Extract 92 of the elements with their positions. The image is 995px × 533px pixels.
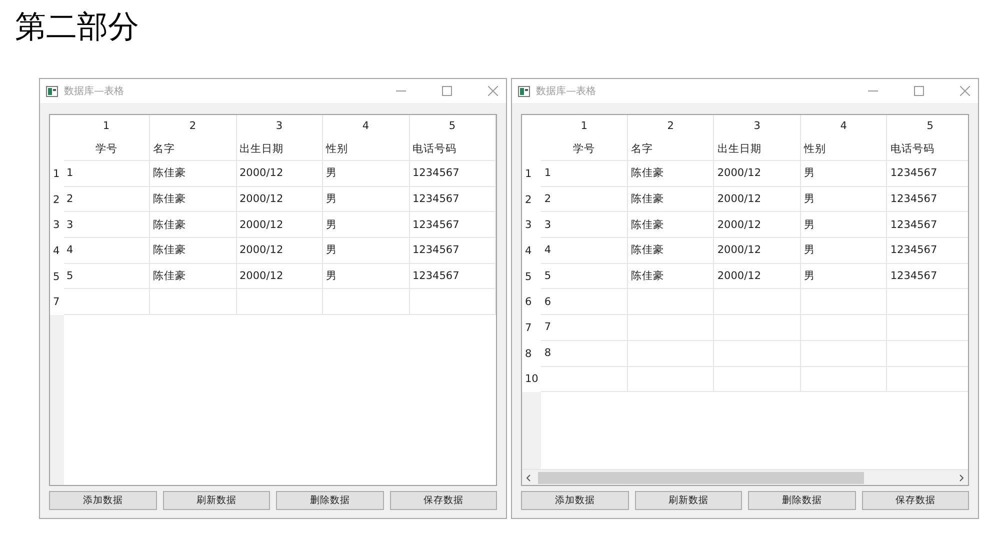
window-title: 数据库—表格 [536,84,597,98]
action-button[interactable]: 删除数据 [276,491,384,510]
table-cell: 5 [541,264,628,290]
column-header: 性别 [802,142,827,157]
table-cell: 1234567 [887,161,968,187]
table-cell: 陈佳豪 [628,212,714,238]
table-cell: 陈佳豪 [628,161,714,187]
table-cell: 陈佳豪 [628,264,714,290]
table-cell: 陈佳豪 [150,264,236,290]
table-cell: 4 [64,238,150,264]
column-header: 学号 [572,142,596,157]
table-cell: 1234567 [887,186,968,212]
table-cell: 1234567 [887,264,968,290]
table-cell: 陈佳豪 [150,186,236,212]
table-cell: 陈佳豪 [150,161,236,187]
table-cell: 1234567 [887,238,968,264]
table-cell: 2 [64,186,150,212]
column-number: 5 [926,119,934,134]
table-cell: 2000/12 [236,264,323,290]
table-cell: 1234567 [410,238,496,264]
table-cell: 男 [800,212,888,238]
column-number: 2 [666,119,675,134]
table-cell: 男 [800,264,888,290]
table-cell: 2000/12 [236,161,323,187]
maximize-icon[interactable] [914,86,924,96]
table-cell: 2000/12 [236,238,323,264]
table-cell: 2000/12 [714,186,801,212]
column-header: 学号 [94,142,118,157]
table-cell: 1 [541,161,628,187]
column-header: 名字 [152,142,176,157]
column-number: 1 [580,119,588,134]
table-cell: 陈佳豪 [150,212,236,238]
action-button[interactable]: 刷新数据 [634,491,742,510]
table-cell: 4 [541,238,628,264]
table-cell: 男 [323,212,410,238]
action-button[interactable]: 添加数据 [521,491,628,510]
column-header: 电话号码 [412,142,458,157]
column-number: 4 [361,119,370,134]
table-cell: 陈佳豪 [150,238,236,264]
app-icon [518,86,530,96]
column-number: 2 [188,119,198,134]
column-header: 名字 [630,142,654,157]
table-cell: 陈佳豪 [628,186,714,212]
table-cell: 陈佳豪 [628,238,714,264]
table-cell: 男 [800,186,888,212]
table-cell: 1 [64,161,150,187]
table-cell: 2000/12 [236,186,323,212]
column-header: 电话号码 [889,142,936,157]
column-header: 性别 [324,142,349,157]
table-cell: 2000/12 [714,212,801,238]
close-icon[interactable] [488,86,498,96]
table-cell: 5 [64,264,150,290]
column-number: 5 [448,119,457,134]
scrollbar-thumb[interactable] [538,472,864,484]
action-button[interactable]: 刷新数据 [162,491,270,510]
action-button[interactable]: 保存数据 [390,491,497,510]
table-cell: 男 [323,264,410,290]
table-cell: 2 [541,186,628,212]
window-title: 数据库—表格 [64,84,125,98]
section-heading: 第二部分 [14,8,140,47]
column-header: 出生日期 [716,142,762,157]
table-cell: 1234567 [410,212,496,238]
table-cell: 男 [323,161,410,187]
column-number: 1 [102,119,111,134]
table-cell: 8 [541,340,628,366]
table-cell: 2000/12 [714,238,801,264]
action-button[interactable]: 删除数据 [748,491,856,510]
table-cell: 7 [541,315,628,341]
table-cell: 6 [541,289,628,316]
close-icon[interactable] [960,86,970,96]
table-cell: 1234567 [410,161,496,187]
table-cell: 男 [800,238,888,264]
table-cell: 男 [323,238,410,264]
action-button[interactable]: 添加数据 [49,491,156,510]
table-cell: 男 [323,186,410,212]
column-number: 3 [752,119,762,134]
column-number: 4 [839,119,848,134]
table-cell: 2000/12 [714,264,801,290]
table-cell: 3 [541,212,628,238]
table-cell: 2000/12 [236,212,323,238]
column-header: 出生日期 [238,142,284,157]
table-cell: 男 [800,161,888,187]
table-cell: 2000/12 [714,161,801,187]
horizontal-scrollbar[interactable] [522,469,968,485]
maximize-icon[interactable] [442,86,452,96]
column-number: 3 [274,119,284,134]
table-cell: 1234567 [887,212,968,238]
table-cell: 1234567 [410,186,496,212]
app-icon [46,86,58,96]
table-cell: 3 [64,212,150,238]
table-cell: 1234567 [410,264,496,290]
action-button[interactable]: 保存数据 [862,491,969,510]
